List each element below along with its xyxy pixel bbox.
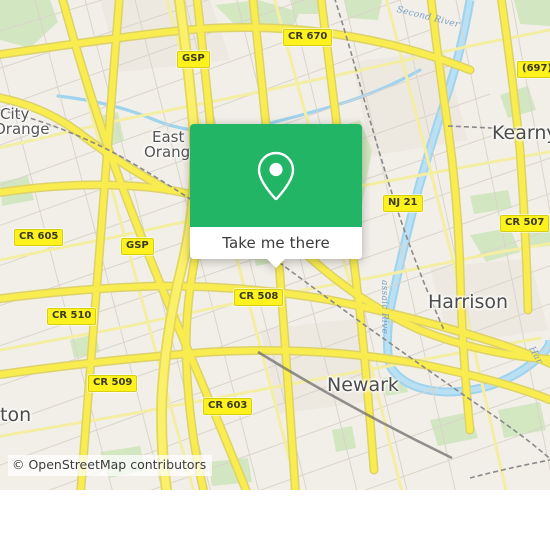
shield-cr-670: CR 670 [283, 29, 333, 46]
shield-nj-21: NJ 21 [383, 195, 423, 212]
osm-attribution[interactable]: © OpenStreetMap contributors [8, 455, 213, 476]
popup-pointer-tail [267, 259, 285, 268]
take-me-there-label: Take me there [222, 234, 330, 252]
shield-697: (697) [517, 61, 550, 78]
shield-cr-507: CR 507 [500, 215, 550, 232]
popup-header [190, 124, 362, 227]
take-me-there-button[interactable]: Take me there [190, 227, 362, 259]
shield-cr-508: CR 508 [234, 289, 284, 306]
location-popup[interactable]: Take me there [190, 124, 362, 268]
shield-gsp-2: GSP [121, 238, 154, 255]
shield-cr-510: CR 510 [47, 308, 97, 325]
map-pin-icon [257, 151, 295, 200]
footer-bar: 1st Sussex Ave Connection, Newark, NJ 07… [0, 490, 550, 550]
map-canvas[interactable]: City Orange East Orange Kearny Harrison … [0, 0, 550, 490]
shield-cr-603: CR 603 [203, 398, 253, 415]
map-screenshot: City Orange East Orange Kearny Harrison … [0, 0, 550, 550]
shield-cr-605: CR 605 [14, 229, 64, 246]
shield-cr-509: CR 509 [88, 375, 138, 392]
shield-gsp-1: GSP [177, 51, 210, 68]
